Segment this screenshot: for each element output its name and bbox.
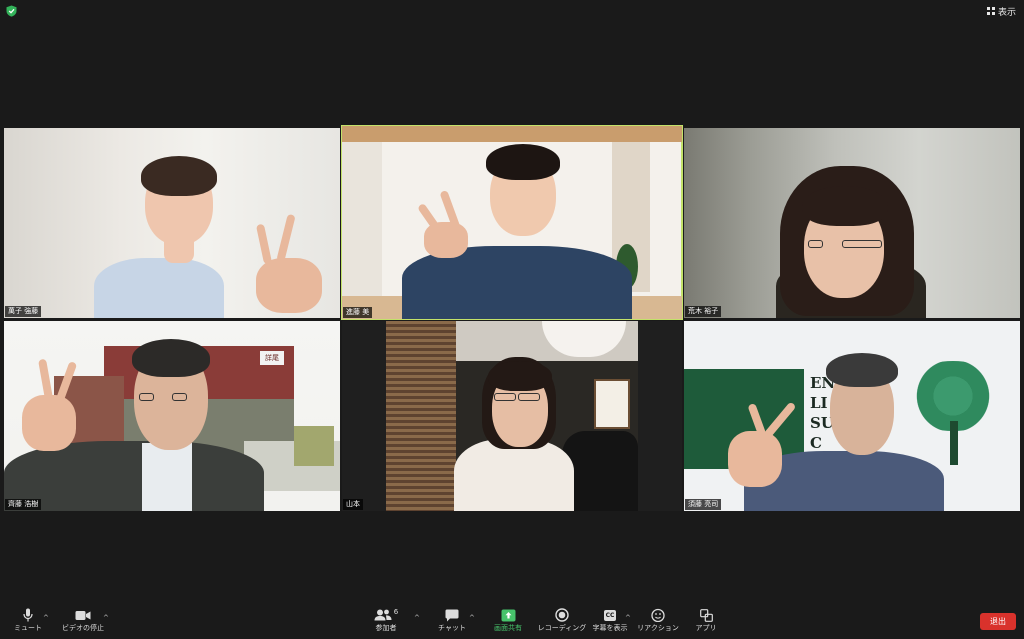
participant-name: 進藤 美: [343, 307, 373, 318]
video-camera-icon: [75, 610, 91, 620]
video-options-caret-icon[interactable]: ^: [103, 614, 109, 622]
microphone-icon: [23, 608, 33, 622]
video-tile-3[interactable]: 荒木 裕子: [684, 128, 1020, 318]
video-tile-6[interactable]: EN LI SU RTER C 須藤 亮司: [684, 321, 1020, 511]
participant-video: [4, 441, 264, 511]
meeting-top-bar: 表示: [0, 0, 1024, 22]
video-tile-1[interactable]: 萬子 強藤: [4, 128, 340, 318]
smiley-icon: [651, 608, 665, 622]
participants-label: 参加者: [375, 624, 397, 632]
video-tile-5[interactable]: 山本: [342, 321, 682, 511]
leave-meeting-button[interactable]: 退出: [980, 613, 1016, 630]
video-tile-2[interactable]: 進藤 美: [341, 125, 683, 320]
meeting-toolbar: ミュート ^ ビデオの停止 ^ 6 参加者 ^ チャット ^ 画面共有 レコーデ…: [0, 604, 1024, 639]
participant-video: [94, 258, 224, 318]
participants-button[interactable]: 6 参加者: [351, 608, 421, 633]
apps-button[interactable]: アプリ: [671, 608, 741, 633]
closed-captions-icon: CC: [603, 609, 617, 621]
participants-icon: [374, 609, 392, 621]
view-label: 表示: [997, 7, 1016, 18]
apps-label: アプリ: [695, 624, 717, 632]
share-screen-icon: [501, 609, 515, 621]
video-tile-4[interactable]: 詳尾 齊藤 浩樹: [4, 321, 340, 511]
participant-name: 荒木 裕子: [685, 306, 722, 317]
participant-name: 萬子 強藤: [5, 306, 42, 317]
encryption-shield-icon[interactable]: [6, 5, 17, 17]
participant-name: 須藤 亮司: [685, 499, 722, 510]
store-sign: 詳尾: [260, 351, 284, 365]
apps-icon: [699, 608, 713, 622]
participants-count: 6: [393, 608, 399, 616]
view-button[interactable]: 表示: [986, 4, 1016, 18]
chat-bubble-icon: [445, 609, 459, 621]
grid-view-icon: [986, 7, 995, 15]
participant-name: 齊藤 浩樹: [5, 499, 42, 510]
participant-video: [454, 439, 574, 511]
participant-name: 山本: [343, 499, 363, 510]
record-icon: [555, 608, 569, 622]
stop-video-label: ビデオの停止: [62, 624, 104, 632]
